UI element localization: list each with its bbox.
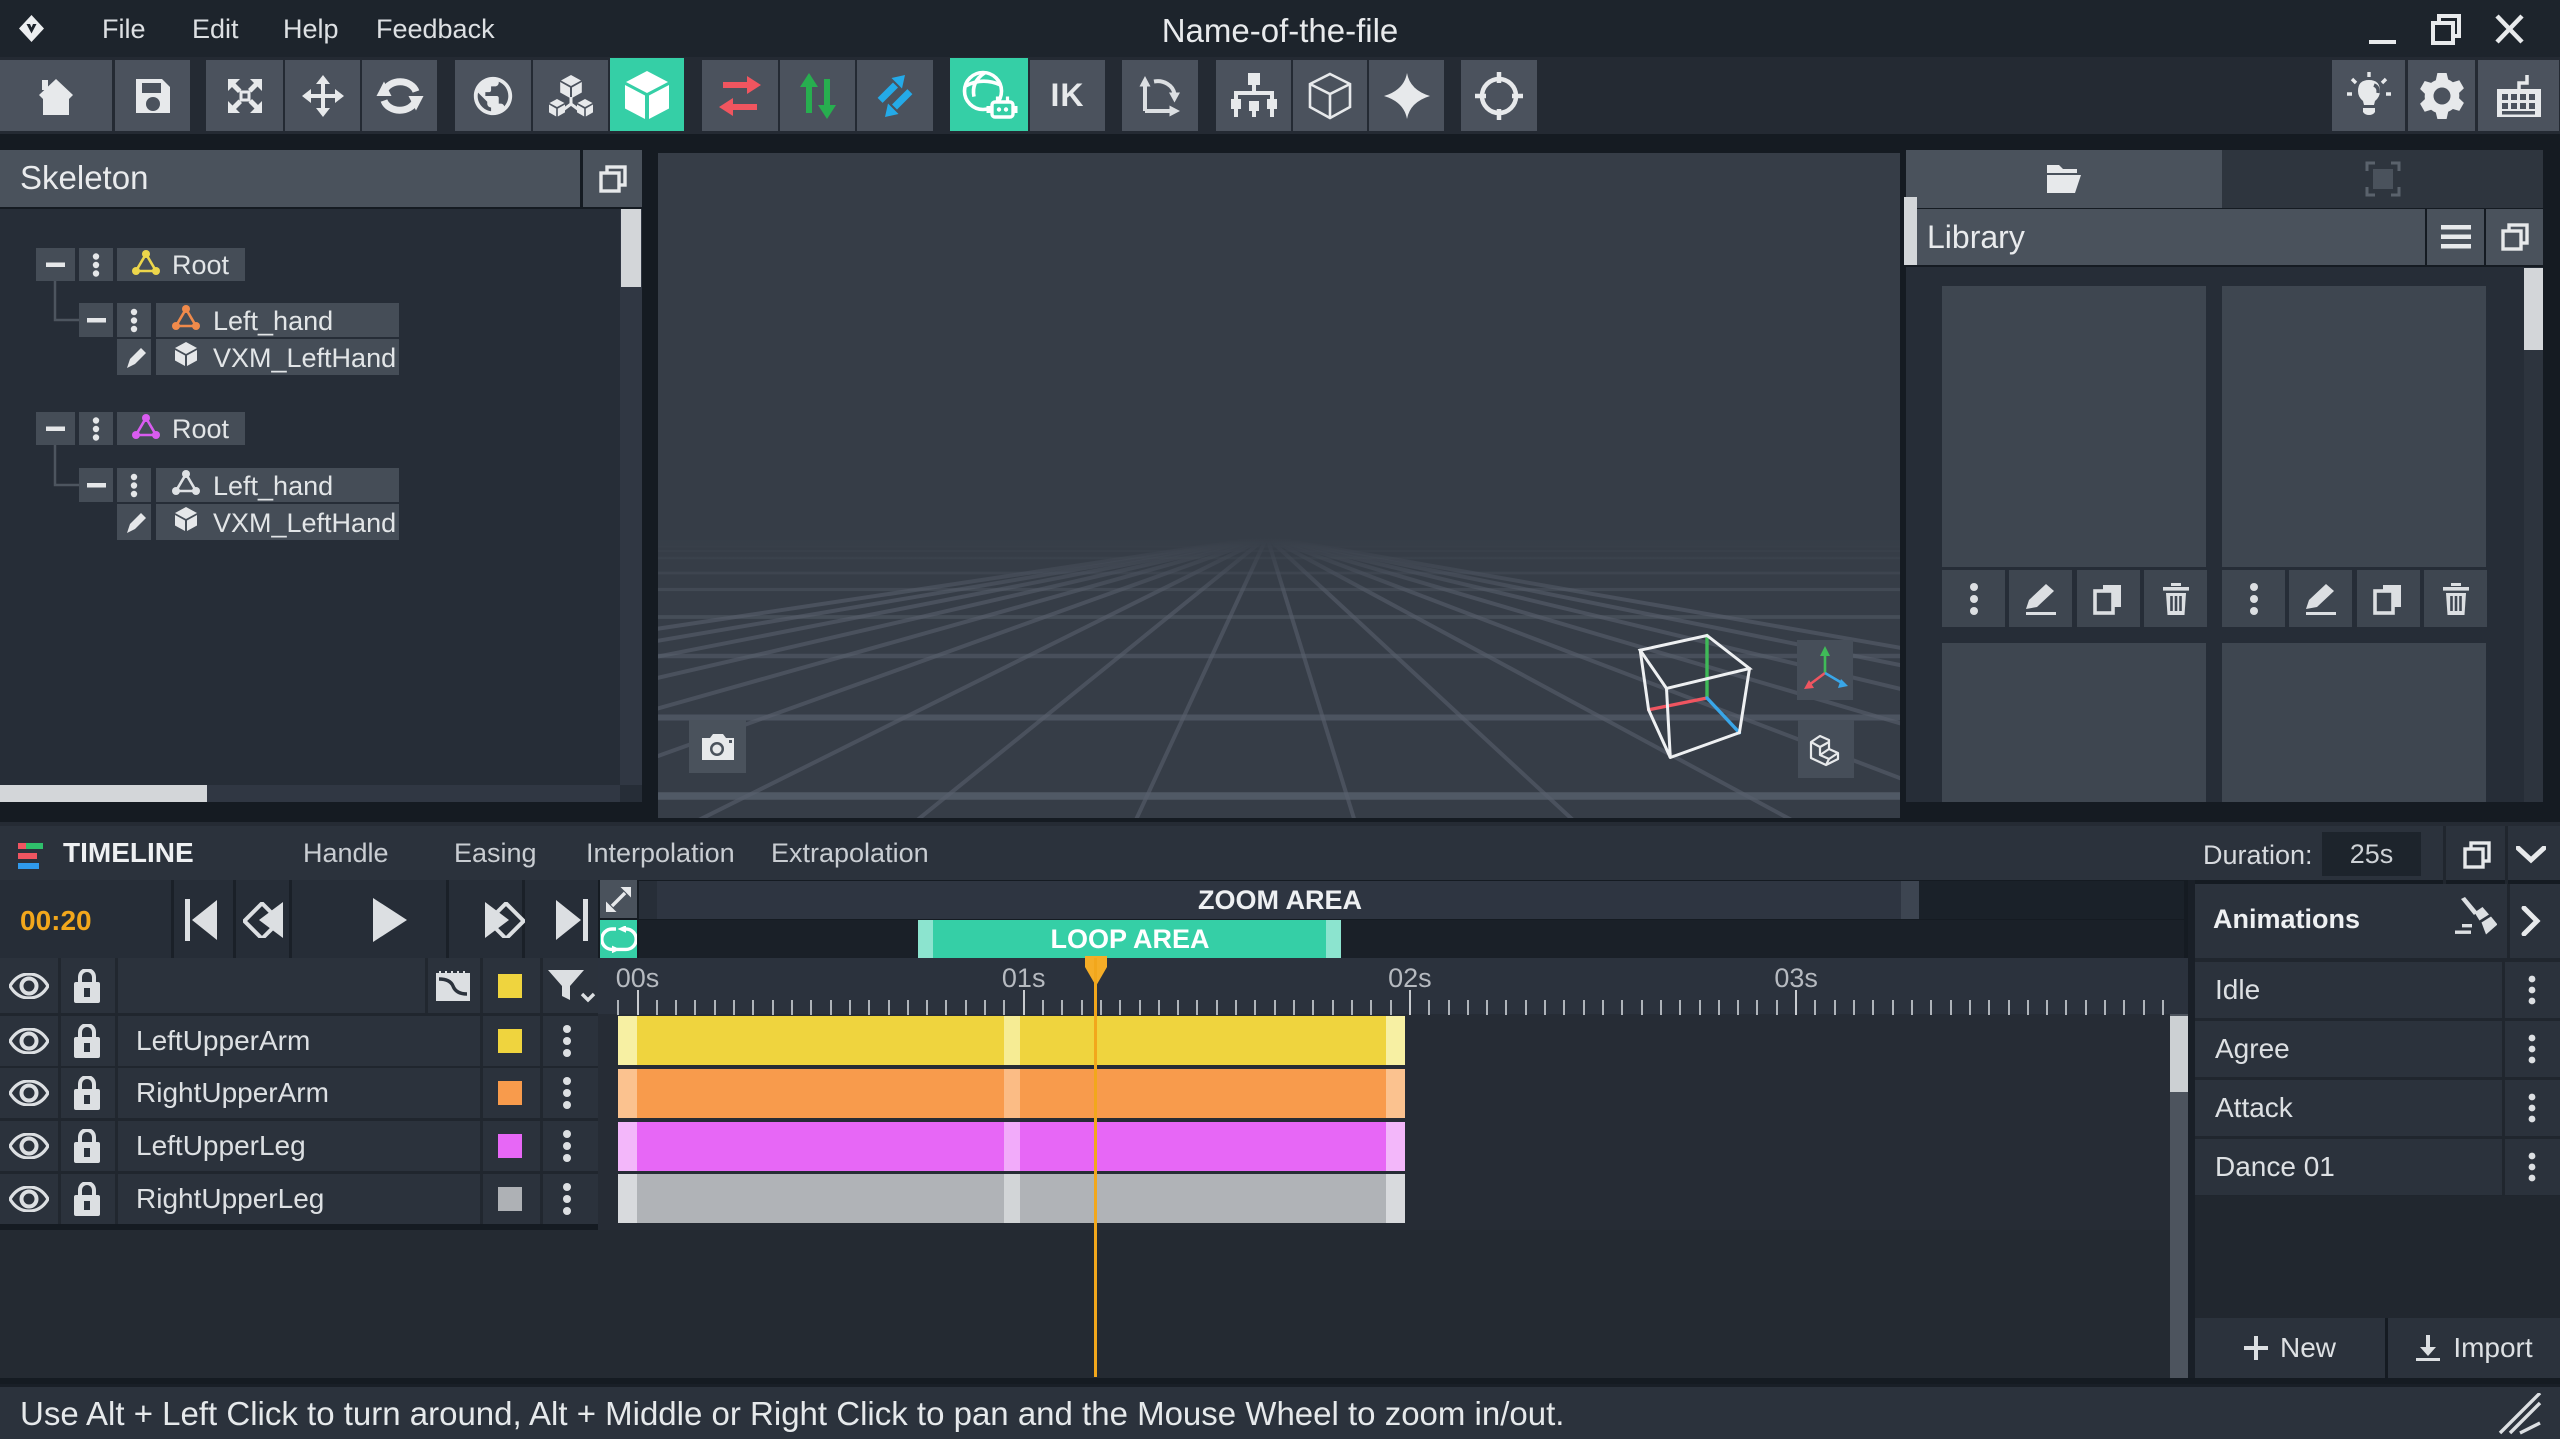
svg-text:Root: Root xyxy=(172,414,230,444)
svg-text:Left_hand: Left_hand xyxy=(213,471,333,501)
svg-text:Root: Root xyxy=(172,250,230,280)
svg-text:VXM_LeftHand: VXM_LeftHand xyxy=(213,343,396,373)
svg-text:VXM_LeftHand: VXM_LeftHand xyxy=(213,508,396,538)
svg-text:Left_hand: Left_hand xyxy=(213,306,333,336)
